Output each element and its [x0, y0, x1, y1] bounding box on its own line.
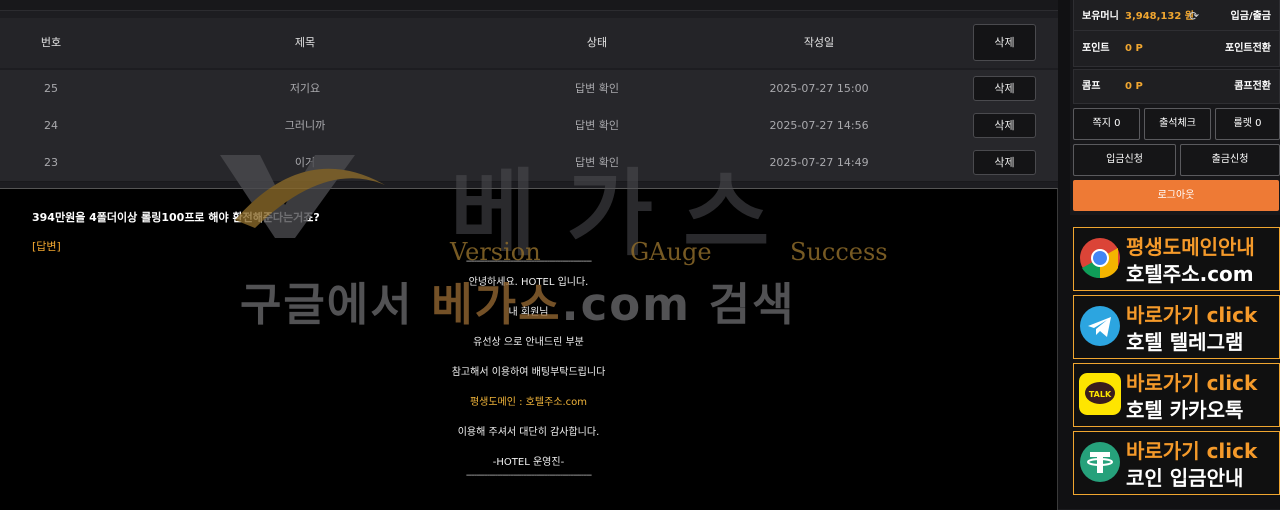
- signature-line: -HOTEL 운영진-: [492, 457, 565, 468]
- row-title[interactable]: 그러니까: [285, 107, 325, 144]
- top-strip: [0, 0, 1058, 11]
- point-value: 0 P: [1125, 43, 1143, 54]
- banner-top-text: 바로가기 click: [1126, 439, 1258, 463]
- point-label: 포인트: [1082, 43, 1110, 54]
- answer-line: 이용해 주셔서 대단히 감사합니다.: [457, 427, 600, 438]
- delete-button[interactable]: 삭제: [973, 76, 1036, 101]
- banner-bottom-text: 호텔 텔레그램: [1126, 330, 1244, 354]
- watermark-logo-icon: [220, 155, 385, 238]
- withdraw-request-button[interactable]: 출금신청: [1180, 144, 1280, 176]
- banner-top-text: 바로가기 click: [1126, 303, 1258, 327]
- banner-kakaotalk[interactable]: TALK 바로가기 click 호텔 카카오톡: [1073, 363, 1280, 427]
- watermark-sub: Version: [450, 238, 541, 266]
- header-date: 작성일: [803, 36, 835, 49]
- banner-domain[interactable]: 평생도메인안내 호텔주소.com: [1073, 227, 1280, 291]
- attendance-button[interactable]: 출석체크: [1144, 108, 1211, 140]
- watermark-sub: GAuge: [630, 238, 712, 266]
- header-title: 제목: [294, 36, 316, 49]
- point-box: 포인트 0 P 포인트전환: [1073, 30, 1280, 67]
- row-no: 24: [44, 119, 58, 132]
- row-no: 25: [44, 82, 58, 95]
- table-row[interactable]: 25 저기요 답변 확인 2025-07-27 15:00 삭제: [0, 70, 1058, 108]
- tether-icon: [1080, 442, 1120, 482]
- message-button[interactable]: 쪽지 0: [1073, 108, 1140, 140]
- delete-button[interactable]: 삭제: [973, 150, 1036, 175]
- banner-top-text: 평생도메인안내: [1126, 235, 1255, 259]
- point-convert-link[interactable]: 포인트전환: [1225, 31, 1271, 66]
- deposit-withdraw-link[interactable]: 입금/출금: [1231, 0, 1271, 33]
- reply-tag: [답변]: [32, 240, 61, 253]
- deposit-request-button[interactable]: 입금신청: [1073, 144, 1176, 176]
- answer-line: 유선상 으로 안내드린 부분: [473, 337, 584, 348]
- refresh-icon[interactable]: ⟳: [1189, 10, 1199, 22]
- row-status: 답변 확인: [575, 82, 619, 95]
- banner-bottom-text: 호텔 카카오톡: [1126, 398, 1244, 422]
- delete-button[interactable]: 삭제: [973, 113, 1036, 138]
- watermark-sub: Success: [790, 238, 888, 266]
- banner-top-text: 바로가기 click: [1126, 371, 1258, 395]
- money-value: 3,948,132 원: [1125, 11, 1194, 22]
- divider-bottom: ----------------------------------------…: [465, 470, 592, 481]
- domain-line: 평생도메인 : 호텔주소.com: [469, 397, 588, 408]
- watermark-search-line: 구글에서 베가스.com 검색: [240, 278, 796, 331]
- money-label: 보유머니: [1082, 11, 1119, 22]
- header-no: 번호: [40, 36, 62, 49]
- row-no: 23: [44, 156, 58, 169]
- banner-telegram[interactable]: 바로가기 click 호텔 텔레그램: [1073, 295, 1280, 359]
- roulette-button[interactable]: 룰렛 0: [1215, 108, 1280, 140]
- comp-convert-link[interactable]: 콤프전환: [1234, 70, 1271, 103]
- kakaotalk-icon: TALK: [1079, 373, 1121, 415]
- banner-bottom-text: 코인 입금안내: [1126, 466, 1244, 490]
- answer-line: 참고해서 이용하여 배팅부탁드립니다: [451, 367, 606, 378]
- banner-bottom-text: 호텔주소.com: [1126, 262, 1254, 286]
- telegram-icon: [1080, 306, 1120, 346]
- row-title[interactable]: 저기요: [290, 70, 320, 107]
- logout-button[interactable]: 로그아웃: [1073, 180, 1279, 211]
- comp-value: 0 P: [1125, 81, 1143, 92]
- header-status: 상태: [586, 36, 608, 49]
- delete-all-button[interactable]: 삭제: [973, 24, 1036, 61]
- svg-text:TALK: TALK: [1089, 390, 1112, 399]
- row-date: 2025-07-27 15:00: [769, 82, 869, 95]
- comp-box: 콤프 0 P 콤프전환: [1073, 69, 1280, 104]
- chrome-icon: [1080, 238, 1120, 279]
- comp-label: 콤프: [1082, 81, 1101, 92]
- banner-tether[interactable]: 바로가기 click 코인 입금안내: [1073, 431, 1280, 495]
- table-header: 번호 제목 상태 작성일 삭제: [0, 18, 1058, 68]
